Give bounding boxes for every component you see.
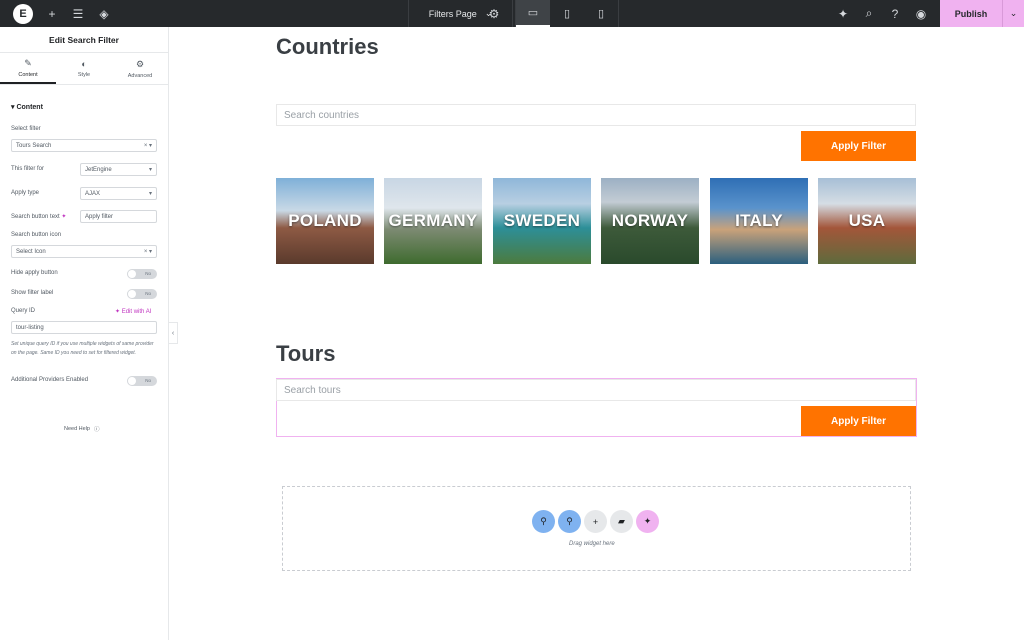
query-id-hint: Set unique query ID if you use multiple … — [11, 341, 154, 356]
notifications-icon[interactable]: ✦ — [830, 0, 856, 27]
search-button-text-input[interactable]: Apply filter — [80, 210, 157, 223]
apply-type-value: AJAX — [85, 190, 101, 197]
publish-button[interactable]: Publish — [940, 0, 1002, 27]
filter-for-value: JetEngine — [85, 166, 112, 173]
device-switcher: ▭ ▯ ▯ — [515, 0, 619, 27]
content-section-toggle[interactable]: ▾ Content — [11, 103, 43, 111]
query-id-value: tour-listing — [16, 324, 44, 331]
country-card-italy[interactable]: ITALY — [710, 178, 808, 264]
toggle-state: No — [145, 291, 151, 296]
preview-eye-icon[interactable]: ◉ — [908, 0, 934, 27]
right-toolbar: ✦ ⌕ ? ◉ — [830, 0, 934, 27]
magic-wand-icon[interactable]: ⚲ — [558, 510, 581, 533]
contrast-icon: ◐ — [81, 59, 87, 69]
query-id-input[interactable]: tour-listing — [11, 321, 157, 334]
apply-type-label: Apply type — [11, 190, 40, 196]
additional-providers-label: Additional Providers Enabled — [11, 377, 89, 383]
page-settings-gear-icon[interactable]: ⚙ — [479, 0, 509, 27]
search-tours-input[interactable]: Search tours — [276, 379, 916, 401]
select-filter-value: Tours Search — [16, 142, 52, 149]
filter-for-label: This filter for — [11, 166, 45, 172]
top-bar: E + ☰ ◈ Filters Page ⌄ ⚙ ▭ ▯ ▯ ✦ ⌕ ? ◉ P… — [0, 0, 1024, 27]
country-label: USA — [848, 211, 886, 230]
search-countries-input[interactable]: Search countries — [276, 104, 916, 126]
search-button-text-label-text: Search button text — [11, 214, 60, 220]
structure-layers-icon[interactable]: ◈ — [91, 0, 117, 27]
country-card-norway[interactable]: NORWAY — [601, 178, 699, 264]
select-filter-label: Select filter — [11, 126, 41, 132]
need-help-link[interactable]: Need Help ⓘ — [64, 425, 100, 433]
tab-advanced-label: Advanced — [127, 72, 153, 79]
apply-type-select[interactable]: AJAX ▾ — [80, 187, 157, 200]
tab-content[interactable]: ✎ Content — [0, 53, 56, 84]
ai-sparkle-icon[interactable]: ✦ — [61, 214, 66, 220]
tab-advanced[interactable]: ⚙ Advanced — [112, 53, 168, 84]
mobile-icon[interactable]: ▯ — [584, 0, 618, 27]
ai-sparkle-icon[interactable]: ✦ — [636, 510, 659, 533]
search-button-icon-value: Select Icon — [16, 248, 46, 255]
need-help-label: Need Help — [64, 426, 90, 432]
apply-filter-button-tours[interactable]: Apply Filter — [801, 406, 916, 436]
tours-heading: Tours — [276, 341, 336, 366]
clear-caret-icon: × ▾ — [143, 143, 152, 149]
show-filter-label-toggle[interactable]: No — [127, 289, 157, 299]
drop-zone-actions: ⚲ ⚲ + ▰ ✦ — [532, 510, 659, 533]
hide-apply-toggle[interactable]: No — [127, 269, 157, 279]
panel-title: Edit Search Filter — [0, 27, 168, 53]
editor-panel: Edit Search Filter ✎ Content ◐ Style ⚙ A… — [0, 27, 169, 640]
edit-with-ai-link[interactable]: ✦ Edit with AI — [115, 308, 151, 315]
magic-wand-icon[interactable]: ⚲ — [532, 510, 555, 533]
search-button-text-value: Apply filter — [85, 213, 114, 220]
publish-options-chevron-icon[interactable]: ⌄ — [1002, 0, 1024, 27]
tab-style[interactable]: ◐ Style — [56, 53, 112, 84]
select-caret-icon: ▾ — [148, 191, 152, 197]
drag-widget-hint: Drag widget here — [569, 541, 615, 547]
search-button-text-label: Search button text ✦ — [11, 213, 66, 220]
template-library-folder-icon[interactable]: ▰ — [610, 510, 633, 533]
tablet-icon[interactable]: ▯ — [550, 0, 584, 27]
toggle-state: No — [145, 378, 151, 383]
help-icon[interactable]: ? — [882, 0, 908, 27]
country-label: SWEDEN — [503, 211, 581, 230]
tab-content-label: Content — [18, 71, 38, 78]
countries-heading: Countries — [276, 34, 379, 59]
search-button-icon-label: Search button icon — [11, 232, 62, 238]
country-card-poland[interactable]: POLAND — [276, 178, 374, 264]
country-label: GERMANY — [388, 211, 478, 230]
hide-apply-label: Hide apply button — [11, 270, 58, 276]
elementor-logo-icon[interactable]: E — [13, 3, 33, 24]
search-button-icon-select[interactable]: Select Icon × ▾ — [11, 245, 157, 258]
caret-down-icon: ▾ — [11, 104, 15, 111]
clear-caret-icon: × ▾ — [143, 249, 152, 255]
section-heading: Content — [16, 104, 43, 111]
tab-style-label: Style — [77, 72, 91, 78]
filter-for-select[interactable]: JetEngine ▾ — [80, 163, 157, 176]
collapse-panel-chevron-icon[interactable]: ‹ — [169, 322, 178, 344]
help-circle-icon: ⓘ — [94, 427, 100, 433]
country-label: POLAND — [288, 211, 362, 230]
edit-with-ai-label: Edit with AI — [121, 309, 152, 315]
query-id-label: Query ID — [11, 308, 36, 314]
country-label: NORWAY — [611, 211, 689, 230]
desktop-icon[interactable]: ▭ — [516, 0, 550, 27]
panel-tabs: ✎ Content ◐ Style ⚙ Advanced — [0, 53, 168, 85]
site-settings-icon[interactable]: ☰ — [65, 0, 91, 27]
add-element-icon[interactable]: + — [39, 0, 65, 27]
toggle-state: No — [145, 271, 151, 276]
gear-icon: ⚙ — [135, 58, 145, 69]
country-card-germany[interactable]: GERMANY — [384, 178, 482, 264]
select-filter-dropdown[interactable]: Tours Search × ▾ — [11, 139, 157, 152]
country-card-sweden[interactable]: SWEDEN — [493, 178, 591, 264]
search-icon[interactable]: ⌕ — [856, 0, 882, 27]
additional-providers-toggle[interactable]: No — [127, 376, 157, 386]
select-caret-icon: ▾ — [148, 167, 152, 173]
apply-filter-button-countries[interactable]: Apply Filter — [801, 131, 916, 161]
country-label: ITALY — [735, 211, 783, 230]
add-section-icon[interactable]: + — [584, 510, 607, 533]
country-card-usa[interactable]: USA — [818, 178, 916, 264]
page-selector-label: Filters Page — [428, 8, 477, 19]
ai-sparkle-icon: ✦ — [115, 309, 121, 315]
pencil-icon: ✎ — [24, 57, 32, 68]
show-filter-label-label: Show filter label — [11, 290, 54, 296]
